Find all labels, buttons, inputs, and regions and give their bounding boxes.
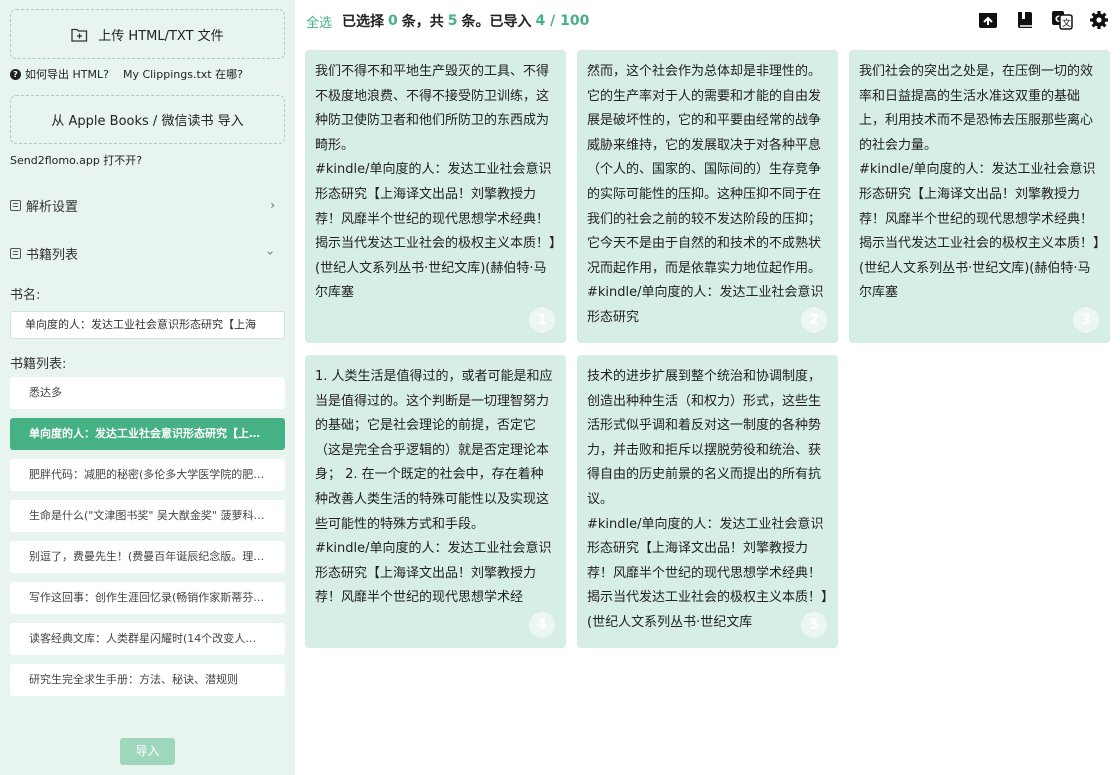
book-list-row[interactable]: 书籍列表 › [10, 241, 285, 265]
book-name-label: 书名: [10, 288, 41, 303]
import-apple-weread-button[interactable]: 从 Apple Books / 微信读书 导入 [10, 95, 285, 144]
book-icon[interactable] [1014, 9, 1036, 31]
sidebar: 上传 HTML/TXT 文件 ? 如何导出 HTML? My Clippings… [0, 0, 295, 775]
import-apple-label: 从 Apple Books / 微信读书 导入 [51, 114, 244, 129]
toolbar: G文 [962, 9, 1110, 31]
note-card[interactable]: 技术的进步扩展到整个统治和协调制度，创造出种种生活（和权力）形式，这些生活形式似… [577, 355, 838, 648]
question-icon: ? [10, 68, 21, 80]
book-list-item[interactable]: 别逗了，费曼先生！(费曼百年诞辰纪念版。理查德费曼) [10, 541, 285, 573]
chevron-right-icon: › [270, 198, 275, 212]
upload-icon [71, 28, 88, 42]
book-list-item[interactable]: 读客经典文库：人类群星闪耀时(14个改变人类历史的) [10, 623, 285, 655]
book-list[interactable]: 悉达多单向度的人：发达工业社会意识形态研究【上海译文出品！刘擎教授力荐！】肥胖代… [10, 377, 285, 715]
book-list-header: 书籍列表 [26, 247, 79, 263]
clippings-location-link[interactable]: My Clippings.txt 在哪? [123, 66, 243, 82]
help-links: ? 如何导出 HTML? My Clippings.txt 在哪? [10, 66, 243, 82]
note-number-badge: 5 [801, 612, 827, 638]
imported-count: 4 / 100 [535, 13, 590, 29]
note-text: 1. 人类生活是值得过的，或者可能是和应当是值得过的。这个判断是一切理智努力的基… [315, 369, 553, 606]
book-list-item[interactable]: 悉达多 [10, 377, 285, 409]
select-all-link[interactable]: 全选 [306, 12, 332, 31]
how-to-export-link[interactable]: 如何导出 HTML? [25, 66, 109, 82]
send2flomo-link[interactable]: Send2flomo.app 打不开? [10, 152, 142, 168]
translate-icon[interactable]: G文 [1051, 9, 1073, 31]
import-button[interactable]: 导入 [120, 738, 175, 765]
status-mid2: 条。已导入 [461, 14, 532, 30]
status-prefix: 已选择 [342, 14, 385, 30]
note-text: 然而，这个社会作为总体却是非理性的。它的生产率对于人的需要和才能的自由发展是破坏… [587, 64, 824, 325]
note-card[interactable]: 1. 人类生活是值得过的，或者可能是和应当是值得过的。这个判断是一切理智努力的基… [305, 355, 566, 648]
note-number-badge: 2 [801, 307, 827, 333]
note-number-badge: 3 [1073, 307, 1099, 333]
note-text: 我们不得不和平地生产毁灭的工具、不得不极度地浪费、不得不接受防卫训练，这种防卫使… [315, 64, 556, 301]
svg-text:文: 文 [1062, 17, 1071, 29]
note-number-badge: 1 [529, 307, 555, 333]
status-mid1: 条，共 [401, 14, 444, 30]
note-number-badge: 4 [529, 612, 555, 638]
parse-settings-row[interactable]: 解析设置 › [10, 193, 285, 217]
note-text: 技术的进步扩展到整个统治和协调制度，创造出种种生活（和权力）形式，这些生活形式似… [587, 369, 828, 630]
chevron-down-icon: › [263, 250, 278, 256]
selection-status-bar: 全选 已选择 0 条，共 5 条。已导入 4 / 100 [306, 11, 589, 31]
books-label: 书籍列表: [10, 357, 67, 372]
note-card[interactable]: 我们社会的突出之处是，在压倒一切的效率和日益提高的生活水准这双重的基础上，利用技… [849, 50, 1110, 343]
note-card[interactable]: 我们不得不和平地生产毁灭的工具、不得不极度地浪费、不得不接受防卫训练，这种防卫使… [305, 50, 566, 343]
book-list-item[interactable]: 单向度的人：发达工业社会意识形态研究【上海译文出品！刘擎教授力荐！】 [10, 418, 285, 450]
gear-icon[interactable] [1088, 9, 1110, 31]
parse-settings-label: 解析设置 [26, 199, 79, 215]
selected-count: 0 [388, 13, 398, 29]
upload-file-button[interactable]: 上传 HTML/TXT 文件 [10, 9, 285, 59]
book-name-input[interactable]: 单向度的人：发达工业社会意识形态研究【上海 [10, 311, 285, 339]
total-count: 5 [447, 13, 458, 29]
note-text: 我们社会的突出之处是，在压倒一切的效率和日益提高的生活水准这双重的基础上，利用技… [859, 64, 1100, 301]
book-list-item[interactable]: 肥胖代码：减肥的秘密(多伦多大学医学院的肥胖研究专家) [10, 459, 285, 491]
note-card[interactable]: 然而，这个社会作为总体却是非理性的。它的生产率对于人的需要和才能的自由发展是破坏… [577, 50, 838, 343]
book-list-item[interactable]: 写作这回事：创作生涯回忆录(畅销作家斯蒂芬·金) [10, 582, 285, 614]
book-list-item[interactable]: 生命是什么("文津图书奖" 吴大猷金奖" 菠萝科学奖) [10, 500, 285, 532]
upload-label: 上传 HTML/TXT 文件 [98, 28, 224, 44]
settings-list-icon [10, 199, 21, 211]
archive-icon[interactable] [977, 9, 999, 31]
book-list-item[interactable]: 研究生完全求生手册：方法、秘诀、潜规则 [10, 664, 285, 696]
book-list-icon [10, 247, 21, 259]
